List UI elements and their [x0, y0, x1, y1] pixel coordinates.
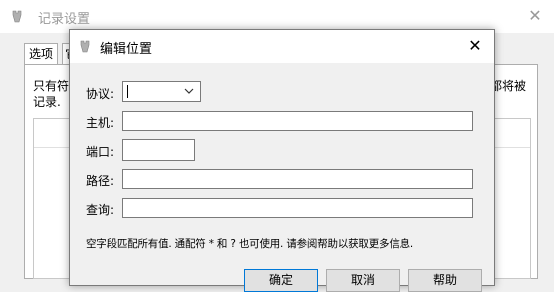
ok-button[interactable]: 确定 — [244, 269, 318, 292]
port-label: 端口: — [86, 145, 115, 159]
app-icon — [12, 10, 22, 23]
description-line-2: 记录. — [33, 95, 61, 109]
protocol-select[interactable] — [122, 81, 201, 102]
protocol-label: 协议: — [86, 87, 115, 101]
chevron-down-icon — [184, 88, 194, 94]
host-label: 主机: — [86, 116, 115, 130]
tab-options[interactable]: 选项 — [24, 43, 59, 65]
wildcard-hint: 空字段匹配所有值. 通配符 * 和 ? 也可使用. 请参阅帮助以获取更多信息. — [86, 238, 414, 250]
description-fragment-right: 都将被 — [490, 79, 527, 93]
edit-location-titlebar: 编辑位置 ✕ — [70, 30, 494, 63]
app-icon — [80, 40, 90, 53]
query-field[interactable] — [122, 198, 473, 218]
cancel-button[interactable]: 取消 — [326, 269, 400, 292]
dialog-title: 编辑位置 — [100, 42, 153, 57]
port-field[interactable] — [122, 139, 195, 161]
description-line-1: 只有符 — [33, 79, 70, 93]
close-icon[interactable]: ✕ — [524, 5, 546, 27]
edit-location-dialog: 编辑位置 ✕ 协议: 主机: 端口: 路径: 查询: 空字段匹配所有值. 通配符… — [69, 29, 495, 292]
path-field[interactable] — [122, 169, 473, 189]
record-settings-title: 记录设置 — [38, 12, 91, 27]
path-label: 路径: — [86, 174, 115, 188]
close-icon[interactable]: ✕ — [464, 35, 486, 57]
query-label: 查询: — [86, 203, 115, 217]
text-caret — [127, 85, 128, 98]
host-field[interactable] — [122, 111, 473, 131]
help-button[interactable]: 帮助 — [408, 269, 482, 292]
